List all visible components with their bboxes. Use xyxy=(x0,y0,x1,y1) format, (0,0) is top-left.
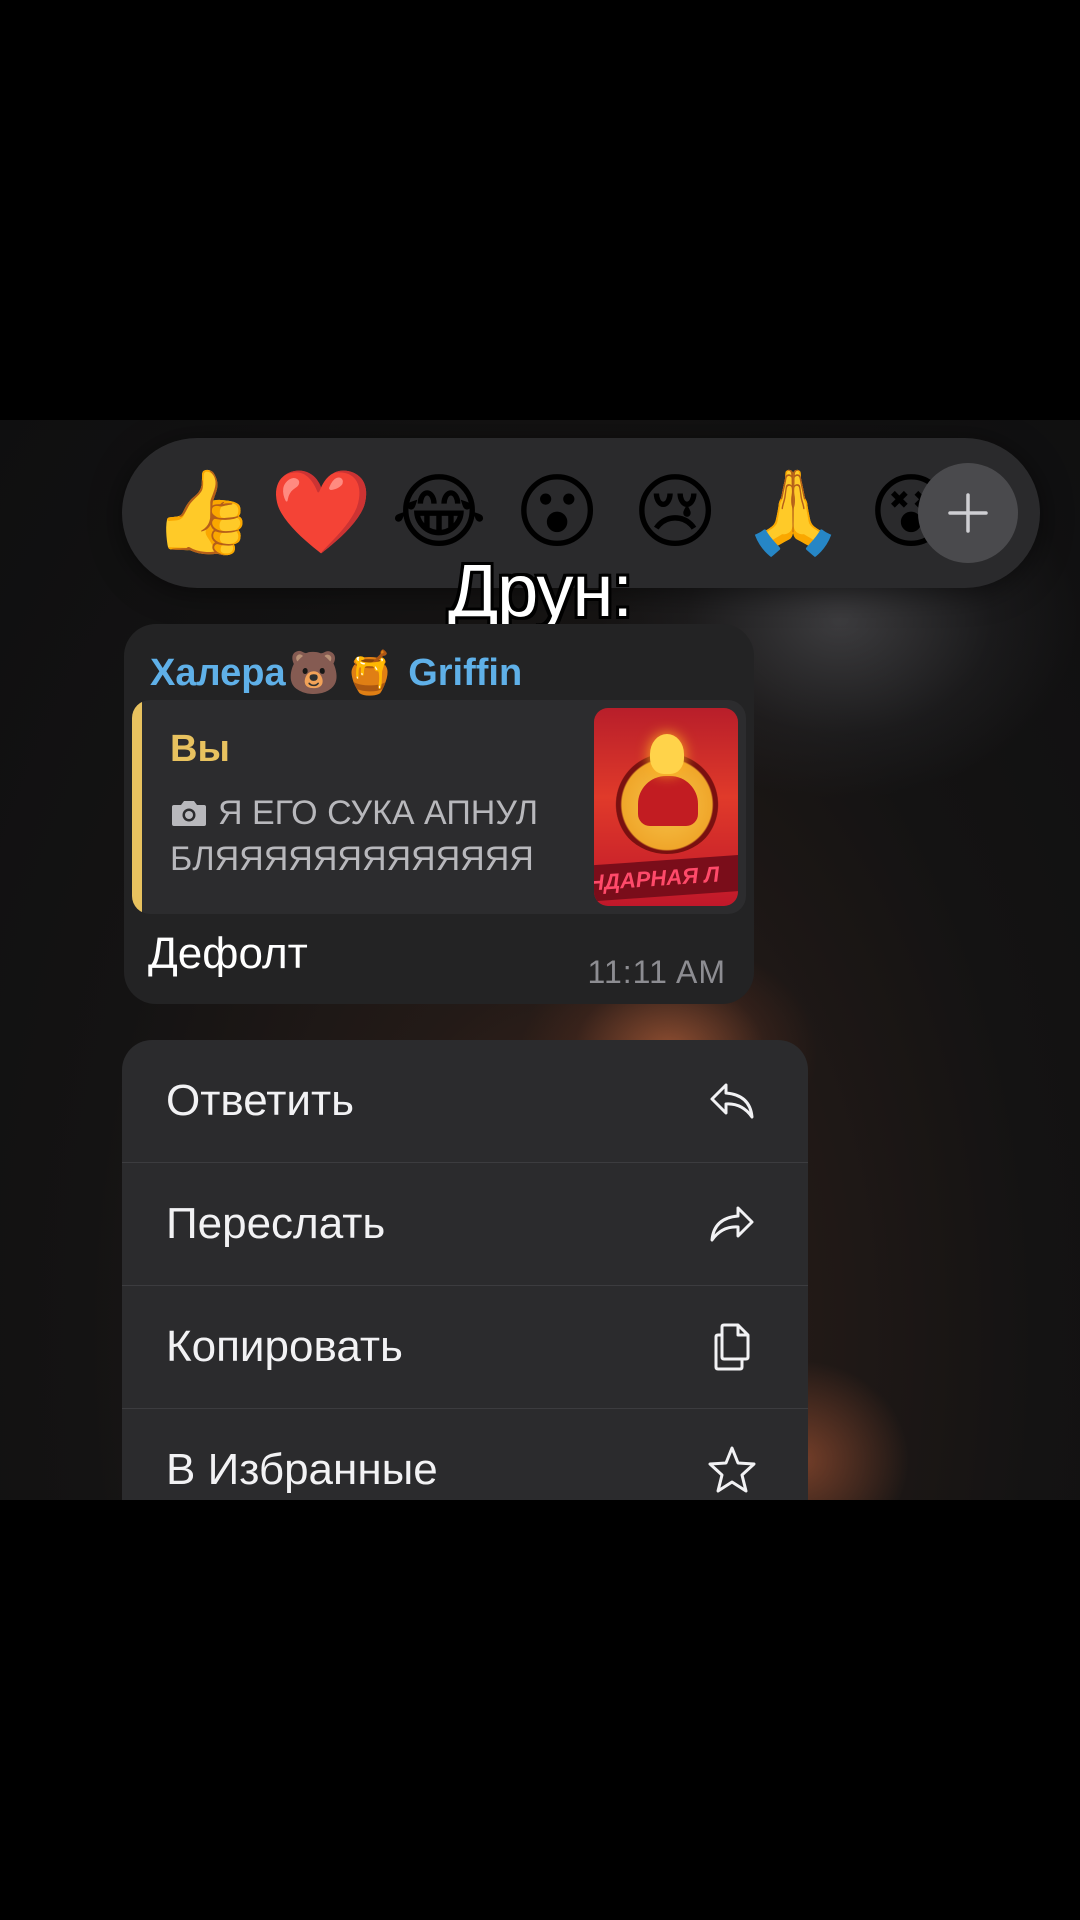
menu-item-label: В Избранные xyxy=(166,1445,438,1494)
thumbnail-face-graphic xyxy=(638,776,698,826)
menu-item-label: Ответить xyxy=(166,1076,355,1125)
copy-icon xyxy=(714,1323,750,1371)
reply-text-content: Я ЕГО СУКА АПНУЛ БЛЯЯЯЯЯЯЯЯЯЯЯЯЯ xyxy=(170,794,539,878)
forward-icon xyxy=(710,1206,754,1242)
sender-name[interactable]: Халера 🐻 🍯 Griffin xyxy=(150,638,522,708)
menu-item-favorites[interactable]: В Избранные xyxy=(122,1409,808,1500)
sender-name-suffix: Griffin xyxy=(408,651,523,694)
menu-item-copy[interactable]: Копировать xyxy=(122,1286,808,1408)
context-menu: Ответить Переслать Копировать В Избранны… xyxy=(122,1040,808,1500)
honey-emoji: 🍯 xyxy=(343,648,397,696)
reply-author: Вы xyxy=(170,728,230,770)
menu-item-label: Копировать xyxy=(166,1322,403,1371)
message-bubble[interactable]: Халера 🐻 🍯 Griffin Вы Я ЕГО СУКА АПНУЛ Б… xyxy=(124,624,754,1004)
thumbnail-banner: НДАРНАЯ Л xyxy=(594,854,738,902)
reply-preview[interactable]: Вы Я ЕГО СУКА АПНУЛ БЛЯЯЯЯЯЯЯЯЯЯЯЯЯ НДАР… xyxy=(132,700,746,914)
message-text: Дефолт xyxy=(148,929,308,978)
reply-text: Я ЕГО СУКА АПНУЛ БЛЯЯЯЯЯЯЯЯЯЯЯЯЯ xyxy=(170,790,570,882)
menu-item-label: Переслать xyxy=(166,1199,386,1248)
plus-icon xyxy=(948,493,988,533)
sender-name-text: Халера xyxy=(150,651,286,694)
camera-icon xyxy=(172,801,206,826)
thumbnail-fire-graphic xyxy=(650,734,684,774)
message-time: 11:11 AM xyxy=(587,954,726,990)
reply-accent-bar xyxy=(132,700,142,914)
reply-icon xyxy=(710,1083,754,1119)
menu-item-forward[interactable]: Переслать xyxy=(122,1163,808,1285)
video-caption: Друн: xyxy=(448,549,633,632)
reply-thumbnail: НДАРНАЯ Л xyxy=(594,708,738,906)
menu-item-reply[interactable]: Ответить xyxy=(122,1040,808,1162)
star-icon xyxy=(708,1446,756,1493)
bear-emoji: 🐻 xyxy=(287,648,340,696)
